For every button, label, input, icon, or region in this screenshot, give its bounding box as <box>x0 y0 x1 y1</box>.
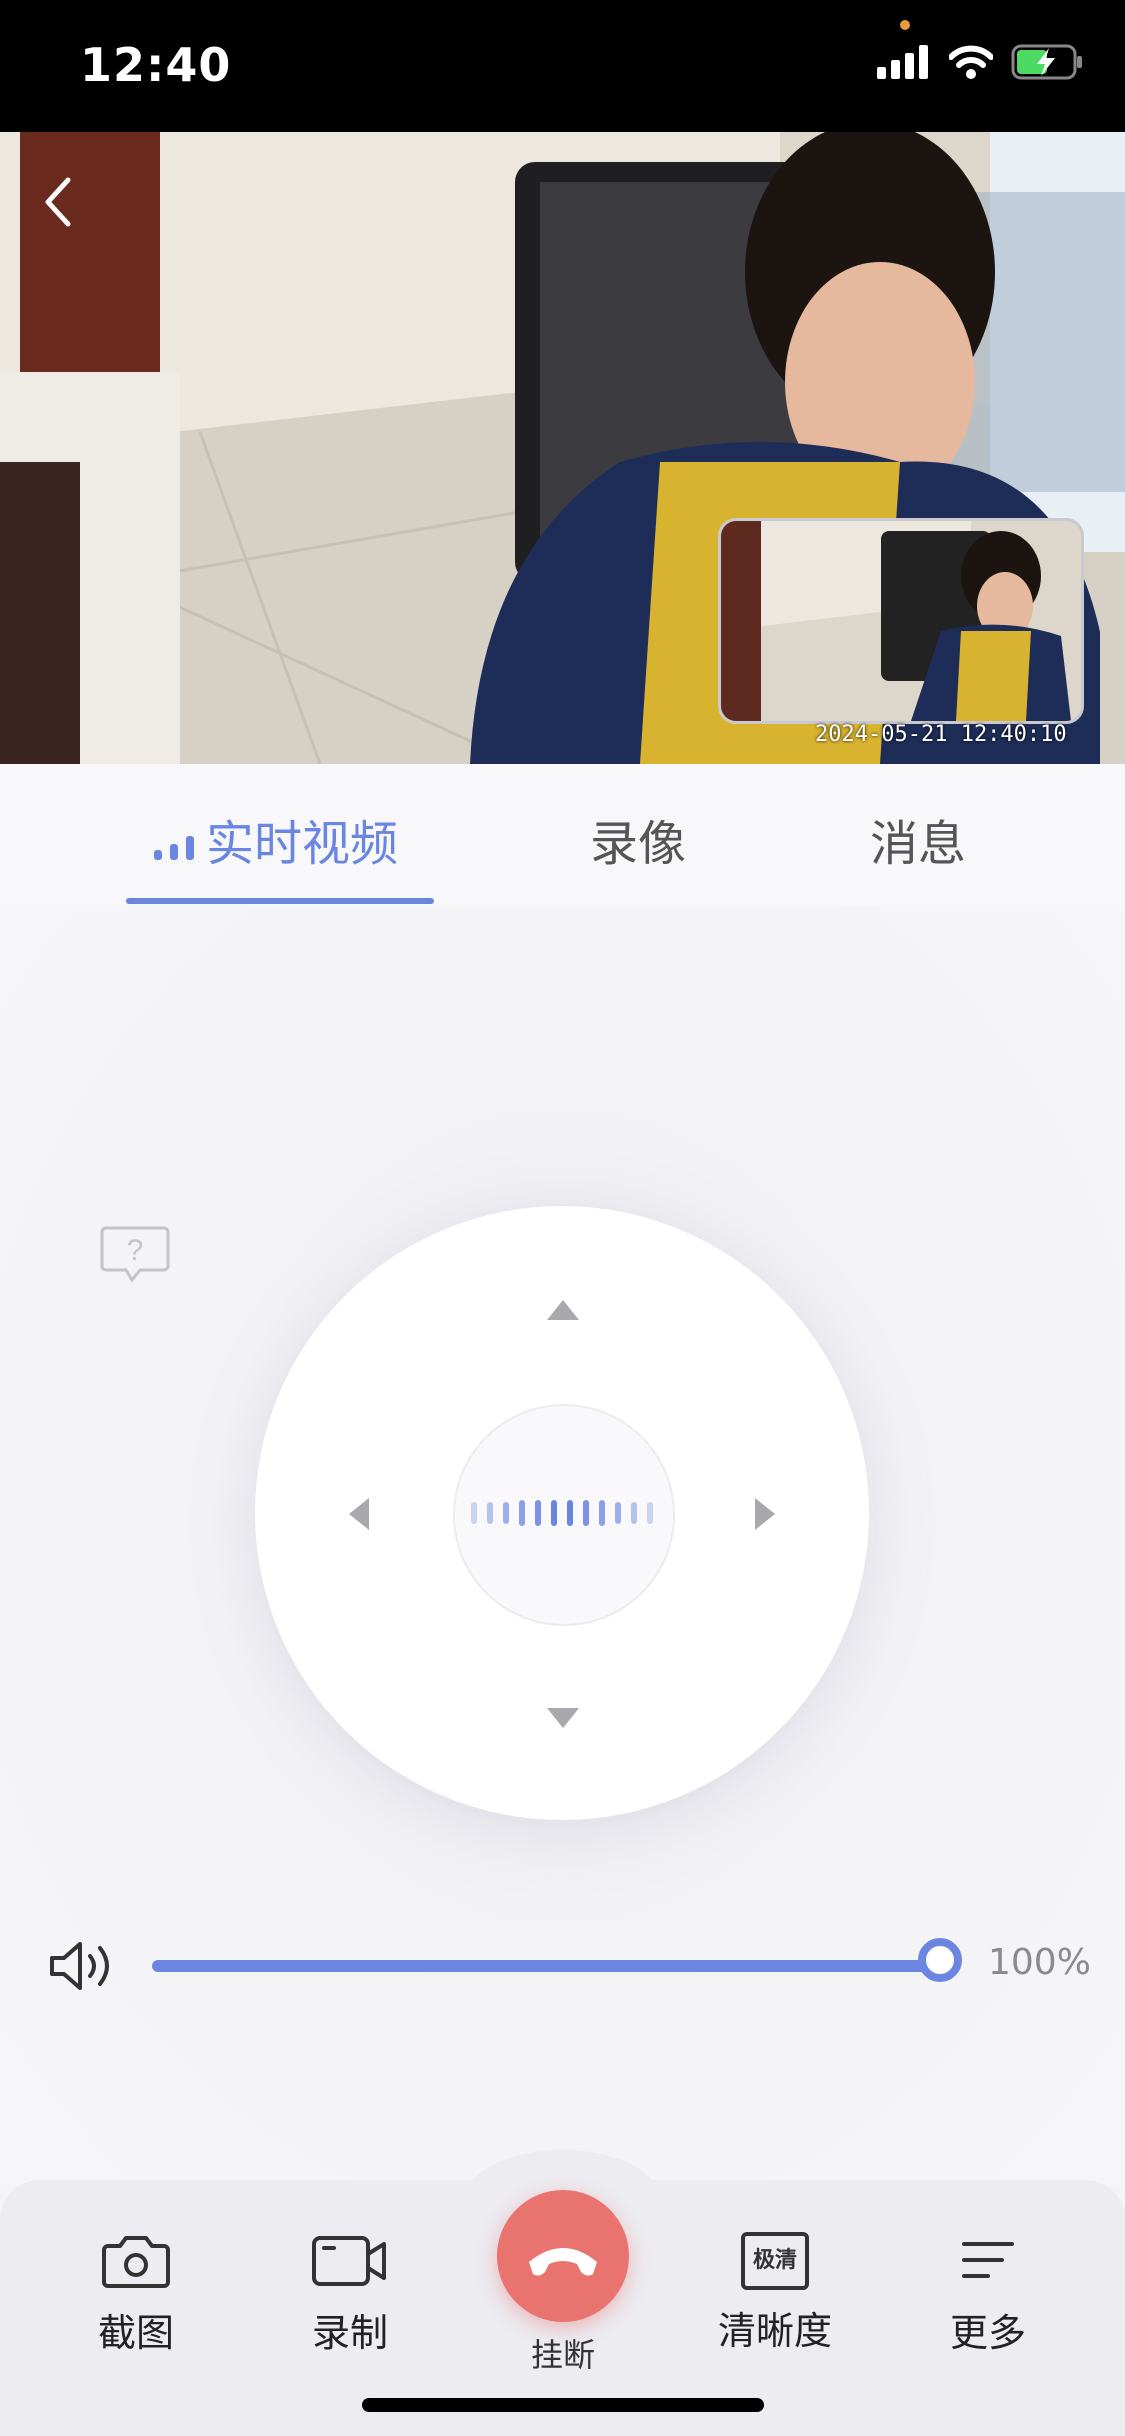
battery-charging-icon <box>1011 44 1082 80</box>
tab-live-video-label: 实时视频 <box>206 816 399 872</box>
tab-bar: 实时视频 录像 消息 <box>0 764 1125 906</box>
tab-live-video[interactable]: 实时视频 <box>152 804 398 874</box>
more-button[interactable]: 更多 <box>918 2232 1058 2357</box>
volume-slider-thumb[interactable] <box>918 1938 962 1982</box>
control-area: ? 100% <box>0 906 1125 2186</box>
status-time: 12:40 <box>80 38 232 92</box>
home-indicator[interactable] <box>362 2398 764 2412</box>
status-icons <box>877 44 1085 80</box>
arrow-up-icon[interactable] <box>545 1298 581 1322</box>
screenshot-button[interactable]: 截图 <box>66 2232 206 2357</box>
arrow-down-icon[interactable] <box>545 1706 581 1730</box>
quality-label: 清晰度 <box>717 2309 832 2353</box>
video-camera-icon <box>312 2236 386 2286</box>
arrow-left-icon[interactable] <box>347 1496 371 1532</box>
tab-recordings[interactable]: 录像 <box>590 804 686 874</box>
status-bar: 12:40 <box>0 0 1125 132</box>
active-tab-indicator <box>126 898 434 904</box>
volume-control: 100% <box>0 1916 1125 2016</box>
quality-button[interactable]: 极清 清晰度 <box>705 2232 845 2355</box>
ptz-direction-pad[interactable] <box>255 1206 869 1820</box>
help-question-icon[interactable]: ? <box>100 1224 170 1284</box>
talk-button[interactable] <box>453 1404 675 1626</box>
volume-slider-track[interactable] <box>152 1960 942 1972</box>
quality-badge-icon: 极清 <box>741 2232 809 2290</box>
back-arrow-icon[interactable] <box>38 172 78 232</box>
volume-percentage: 100% <box>988 1942 1091 1983</box>
wifi-icon <box>949 45 993 79</box>
tab-messages[interactable]: 消息 <box>870 804 966 874</box>
phone-hangup-icon <box>529 2248 597 2276</box>
self-view-pip[interactable] <box>718 518 1084 724</box>
live-video-feed[interactable]: 2024-05-21 12:40:10 <box>0 132 1125 764</box>
speaker-icon[interactable] <box>48 1938 118 1994</box>
arrow-right-icon[interactable] <box>753 1496 777 1532</box>
voice-wave-icon <box>471 1500 653 1526</box>
camera-icon <box>102 2236 170 2288</box>
record-button[interactable]: 录制 <box>280 2232 420 2357</box>
svg-text:?: ? <box>127 1234 144 1267</box>
pip-video-image <box>721 521 1081 721</box>
more-label: 更多 <box>949 2311 1026 2355</box>
record-label: 录制 <box>311 2311 388 2355</box>
screenshot-label: 截图 <box>97 2311 174 2355</box>
signal-bars-icon <box>154 836 194 860</box>
privacy-indicator <box>900 20 910 30</box>
video-timestamp: 2024-05-21 12:40:10 <box>815 722 1067 747</box>
signal-icon <box>877 45 928 79</box>
hangup-label: 挂断 <box>530 2336 595 2374</box>
menu-lines-icon <box>962 2242 1014 2278</box>
hangup-button[interactable] <box>497 2190 629 2322</box>
